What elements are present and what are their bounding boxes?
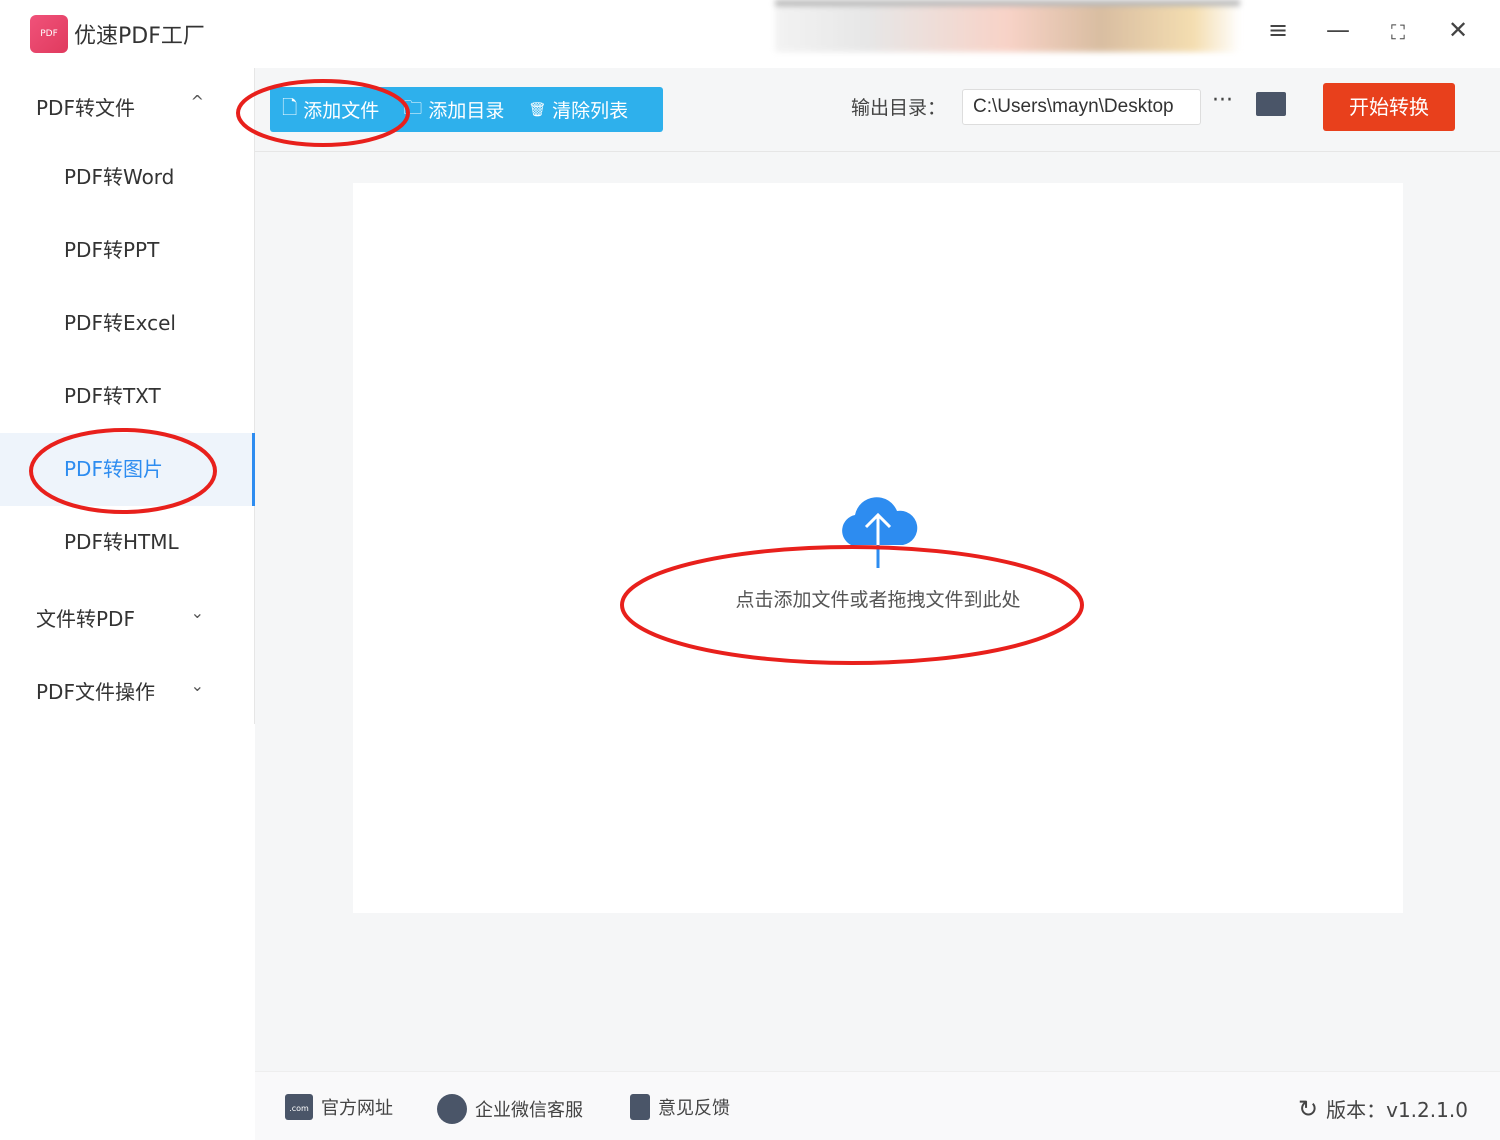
trash-icon: 🗑 [528,102,546,118]
sidebar-group-pdf-to-file[interactable]: PDF转文件 ^ [36,92,216,121]
main-panel: 🗋添加文件 🗀添加目录 🗑 清除列表 输出目录： C:\Users\mayn\De… [255,68,1500,1071]
sidebar-item-pdf-to-excel[interactable]: PDF转Excel [0,287,255,360]
chevron-down-icon: ⌄ [191,603,204,622]
feedback-link[interactable]: 意见反馈 [630,1094,730,1120]
open-folder-icon[interactable] [1256,92,1286,116]
group-label: PDF转文件 [36,96,135,120]
menu-icon[interactable]: ≡ [1260,16,1296,44]
app-logo: PDF [30,15,68,53]
drop-zone[interactable]: 点击添加文件或者拖拽文件到此处 [353,183,1403,913]
sidebar-item-pdf-to-txt[interactable]: PDF转TXT [0,360,255,433]
clear-list-label: 清除列表 [552,96,628,123]
version-check[interactable]: ↻ 版本：v1.2.1.0 [1298,1094,1468,1123]
website-label: 官方网址 [321,1094,393,1120]
add-file-button[interactable]: 🗋添加文件 [270,94,391,126]
chevron-down-icon: ⌄ [191,676,204,695]
website-link[interactable]: .com 官方网址 [285,1094,393,1120]
chevron-up-icon: ^ [191,92,204,111]
version-label: 版本：v1.2.1.0 [1326,1094,1468,1123]
sidebar-item-pdf-to-html[interactable]: PDF转HTML [0,506,255,579]
group-label: 文件转PDF [36,607,135,631]
wechat-label: 企业微信客服 [475,1096,583,1122]
sidebar-item-pdf-to-word[interactable]: PDF转Word [0,141,255,214]
sidebar-group-file-to-pdf[interactable]: 文件转PDF ⌄ [36,603,216,632]
sidebar: PDF转文件 ^ PDF转Word PDF转PPT PDF转Excel PDF转T… [0,68,255,724]
group-label: PDF文件操作 [36,680,155,704]
title-bar: PDF 优速PDF工厂 ≡ — ⛶ ✕ [0,0,1500,68]
sidebar-item-pdf-to-image[interactable]: PDF转图片 [0,433,255,506]
output-dir-input[interactable]: C:\Users\mayn\Desktop [962,89,1201,125]
feedback-icon [630,1094,650,1120]
drop-zone-hint: 点击添加文件或者拖拽文件到此处 [353,585,1403,612]
website-icon: .com [285,1094,313,1120]
close-icon[interactable]: ✕ [1440,16,1476,44]
sidebar-group-pdf-operations[interactable]: PDF文件操作 ⌄ [36,676,216,705]
feedback-label: 意见反馈 [658,1094,730,1120]
footer: .com 官方网址 企业微信客服 意见反馈 ↻ 版本：v1.2.1.0 [255,1071,1500,1140]
add-folder-button[interactable]: 🗀添加目录 [391,94,516,126]
app-title: 优速PDF工厂 [74,18,205,50]
maximize-icon[interactable]: ⛶ [1380,20,1416,44]
refresh-icon: ↻ [1298,1095,1318,1123]
file-button-group: 🗋添加文件 🗀添加目录 🗑 清除列表 [270,87,663,132]
folder-icon: 🗀 [403,94,422,126]
browse-more-button[interactable]: ··· [1212,88,1233,113]
add-folder-label: 添加目录 [428,96,504,123]
add-file-label: 添加文件 [303,96,379,123]
wechat-support-link[interactable]: 企业微信客服 [437,1094,583,1124]
sidebar-item-pdf-to-ppt[interactable]: PDF转PPT [0,214,255,287]
clear-list-button[interactable]: 🗑 清除列表 [516,96,640,123]
start-convert-button[interactable]: 开始转换 [1323,83,1455,131]
sidebar-empty [0,724,255,1140]
file-icon: 🗋 [282,94,297,126]
cloud-upload-icon [833,493,923,573]
minimize-icon[interactable]: — [1320,16,1356,44]
blurred-user-info [775,0,1240,52]
toolbar: 🗋添加文件 🗀添加目录 🗑 清除列表 输出目录： C:\Users\mayn\De… [255,68,1500,152]
chat-icon [437,1094,467,1124]
output-dir-label: 输出目录： [851,93,946,120]
